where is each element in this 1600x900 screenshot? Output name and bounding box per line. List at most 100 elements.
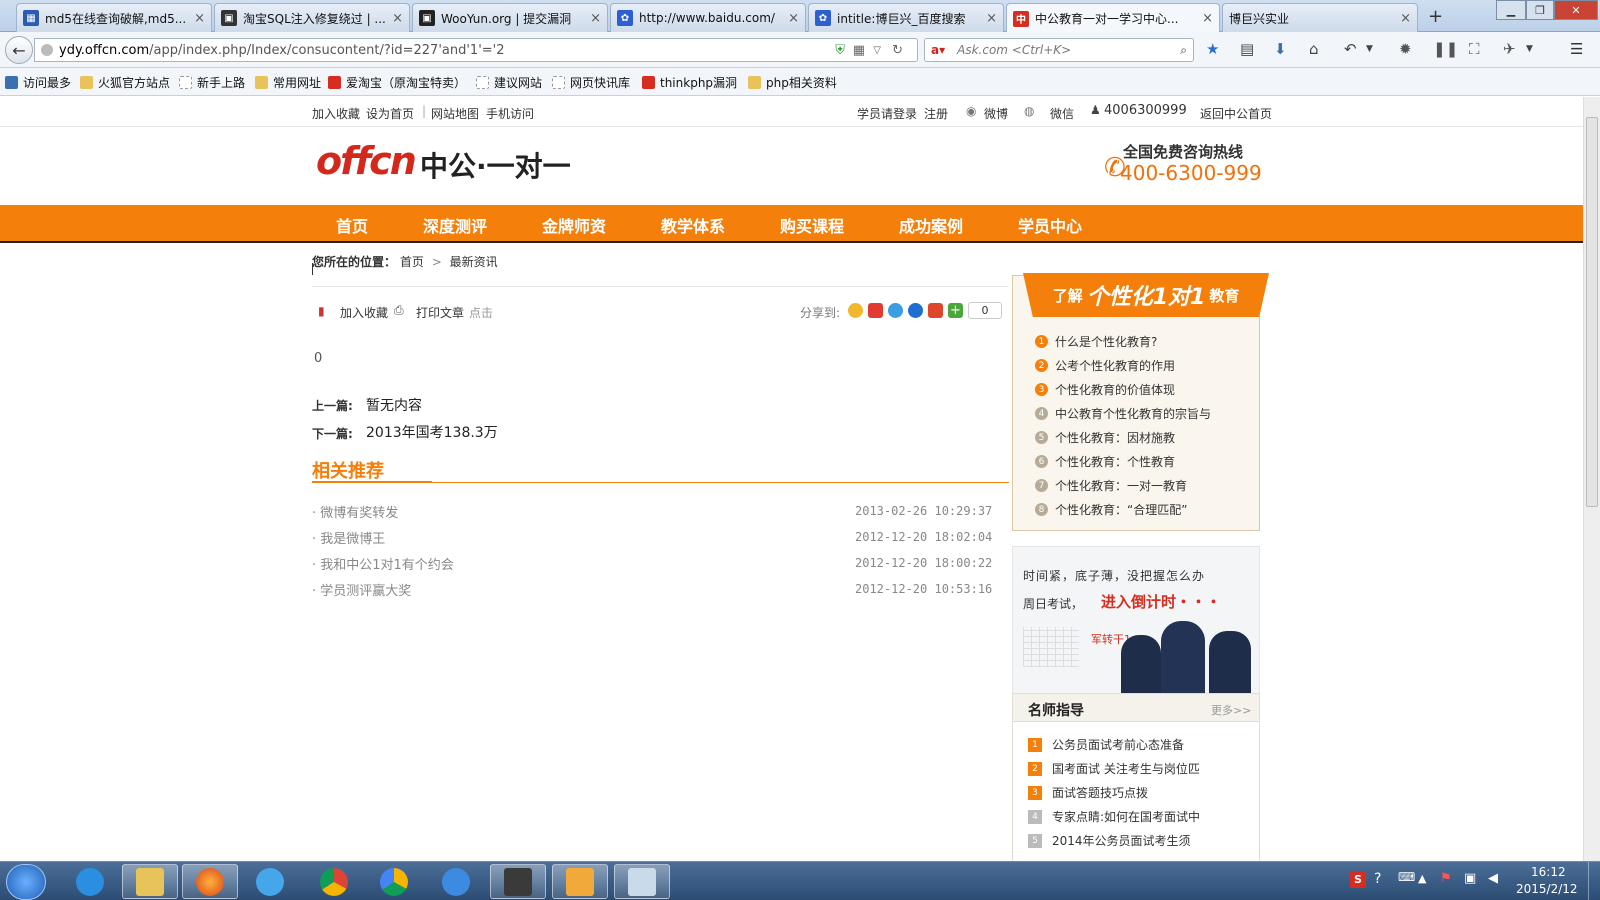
close-tab-icon[interactable]: × [392,11,403,26]
qr-code-icon[interactable]: ▦ [853,43,865,58]
related-item-link[interactable]: · 我和中公1对1有个约会 [312,554,454,573]
site-info-icon[interactable] [41,44,53,56]
list-item[interactable]: 3 个性化教育的价值体现 [1035,381,1175,398]
nav-teaching-system[interactable]: 教学体系 [661,213,725,237]
related-item-link[interactable]: · 学员测评赢大奖 [312,580,411,599]
bookmark-item[interactable]: 网页快讯库 [552,74,630,91]
taskbar-chrome[interactable] [306,864,362,899]
browser-tab[interactable]: 博巨兴实业 × [1222,3,1418,32]
shield-icon[interactable]: ⛨ [835,43,845,58]
taskbar-firefox[interactable] [182,864,238,899]
print-article-button[interactable]: 打印文章 [416,304,464,321]
bookmark-item[interactable]: 新手上路 [179,74,245,91]
list-item[interactable]: 7 个性化教育：一对一教育 [1035,477,1187,494]
show-desktop-button[interactable] [1588,862,1600,900]
set-home-link[interactable]: 设为首页 [366,105,414,122]
list-item[interactable]: 1 公务员面试考前心态准备 [1028,736,1184,753]
bookmark-item[interactable]: 爱淘宝（原淘宝特卖） [328,74,466,91]
login-link[interactable]: 学员请登录 [857,105,917,122]
sitemap-link[interactable]: 网站地图 [431,105,479,122]
bookmark-item[interactable]: thinkphp漏洞 [642,74,737,91]
tray-volume-icon[interactable]: ◀ [1488,871,1498,886]
site-logo[interactable]: offcn 中公·一对一 [312,135,592,187]
close-tab-icon[interactable]: × [1400,11,1411,26]
nav-student-center[interactable]: 学员中心 [1018,213,1082,237]
close-tab-icon[interactable]: × [194,11,205,26]
list-item[interactable]: 2 国考面试 关注考生与岗位匹 [1028,760,1200,777]
list-item[interactable]: 1 什么是个性化教育? [1035,333,1157,350]
taskbar-ie[interactable] [62,864,118,899]
browser-tab[interactable]: ▦ md5在线查询破解,md5... × [16,3,212,32]
tencent-share-icon[interactable] [888,303,903,318]
nav-success-cases[interactable]: 成功案例 [899,213,963,237]
taskbar-explorer[interactable] [122,864,178,899]
tray-sogou-icon[interactable]: S [1350,872,1366,888]
close-window-button[interactable]: ✕ [1554,0,1598,20]
dropdown-icon[interactable]: ▽ [873,45,881,56]
close-tab-icon[interactable]: × [1202,11,1213,26]
bookmark-star-icon[interactable]: ★ [1206,40,1219,58]
tray-help-icon[interactable]: ? [1374,871,1381,887]
list-item[interactable]: 3 面试答题技巧点拨 [1028,784,1148,801]
next-article-link[interactable]: 2013年国考138.3万 [366,422,498,442]
add-favorite-link[interactable]: 加入收藏 [312,105,360,122]
tray-network-icon[interactable]: ▣ [1464,871,1476,886]
list-item[interactable]: 4 专家点睛:如何在国考面试中 [1028,808,1200,825]
browser-tab[interactable]: ▣ WooYun.org | 提交漏洞 × [412,3,608,32]
restore-button[interactable]: ❐ [1526,0,1554,20]
tray-keyboard-icon[interactable]: ⌨ [1398,870,1415,884]
qzone-share-icon[interactable] [848,303,863,318]
taskbar-app[interactable] [242,864,298,899]
weibo-share-icon[interactable] [868,303,883,318]
promo-banner[interactable]: 了解 个性化1对1 教育 [1023,273,1269,317]
minimize-button[interactable]: ▁ [1496,0,1526,20]
bookmark-item[interactable]: 火狐官方站点 [80,74,170,91]
tray-time[interactable]: 16:12 [1531,865,1566,879]
start-button[interactable] [6,864,46,900]
list-item[interactable]: 4 中公教育个性化教育的宗旨与 [1035,405,1211,422]
footprints-icon[interactable]: ❚❚ [1433,40,1458,58]
related-item-link[interactable]: · 微博有奖转发 [312,502,398,521]
search-icon[interactable]: ⌕ [1180,43,1187,58]
new-tab-button[interactable]: + [1428,6,1443,27]
list-item[interactable]: 5 2014年公务员面试考生须 [1028,832,1191,849]
taskbar-360-browser[interactable] [366,864,422,899]
breadcrumb-current[interactable]: 最新资讯 [450,255,498,269]
bookmark-item[interactable]: 访问最多 [5,74,71,91]
sitemap-icon[interactable]: ⛶ [1469,40,1480,58]
exam-countdown-ad[interactable]: 时间紧，底子薄，没把握怎么办 周日考试， 进入倒计时・・・ 军转干1 [1012,546,1260,694]
addon-icon[interactable]: ✈ [1503,40,1516,58]
nav-buy-course[interactable]: 购买课程 [780,213,844,237]
url-bar[interactable]: ydy.offcn.com /app/index.php/Index/consu… [34,38,918,62]
undo-icon[interactable]: ↶ [1344,40,1357,58]
qq-number[interactable]: 4006300999 [1104,103,1187,118]
close-tab-icon[interactable]: × [986,11,997,26]
taskbar-cloud[interactable] [428,864,484,899]
list-item[interactable]: 6 个性化教育：个性教育 [1035,453,1175,470]
list-item[interactable]: 5 个性化教育：因材施教 [1035,429,1175,446]
bookmark-item[interactable]: php相关资料 [748,74,837,91]
more-share-icon[interactable]: + [948,303,963,318]
related-item-link[interactable]: · 我是微博王 [312,528,385,547]
dropdown-arrow-icon[interactable]: ▼ [1526,44,1533,54]
prev-article-link[interactable]: 暂无内容 [366,395,422,415]
more-link[interactable]: 更多>> [1211,702,1251,718]
bookmark-item[interactable]: 常用网址 [255,74,321,91]
wechat-link[interactable]: 微信 [1050,105,1074,122]
close-tab-icon[interactable]: × [590,11,601,26]
back-home-link[interactable]: 返回中公首页 [1200,105,1272,122]
bug-icon[interactable]: ✹ [1399,40,1412,58]
nav-assessment[interactable]: 深度测评 [423,213,487,237]
reading-list-icon[interactable]: ▤ [1240,40,1254,58]
home-icon[interactable]: ⌂ [1309,40,1319,58]
browser-tab[interactable]: ✿ http://www.baidu.com/ × [610,3,806,32]
list-item[interactable]: 8 个性化教育：“合理匹配” [1035,501,1187,518]
bookmark-item[interactable]: 建议网站 [476,74,542,91]
list-item[interactable]: 2 公考个性化教育的作用 [1035,357,1175,374]
browser-tab[interactable]: ✿ intitle:博巨兴_百度搜索 × [808,3,1004,32]
browser-tab[interactable]: ▣ 淘宝SQL注入修复绕过 | ... × [214,3,410,32]
register-link[interactable]: 注册 [924,105,948,122]
page-scrollbar[interactable] [1583,97,1600,861]
download-icon[interactable]: ⬇ [1274,40,1287,58]
back-button[interactable]: ← [5,36,33,64]
